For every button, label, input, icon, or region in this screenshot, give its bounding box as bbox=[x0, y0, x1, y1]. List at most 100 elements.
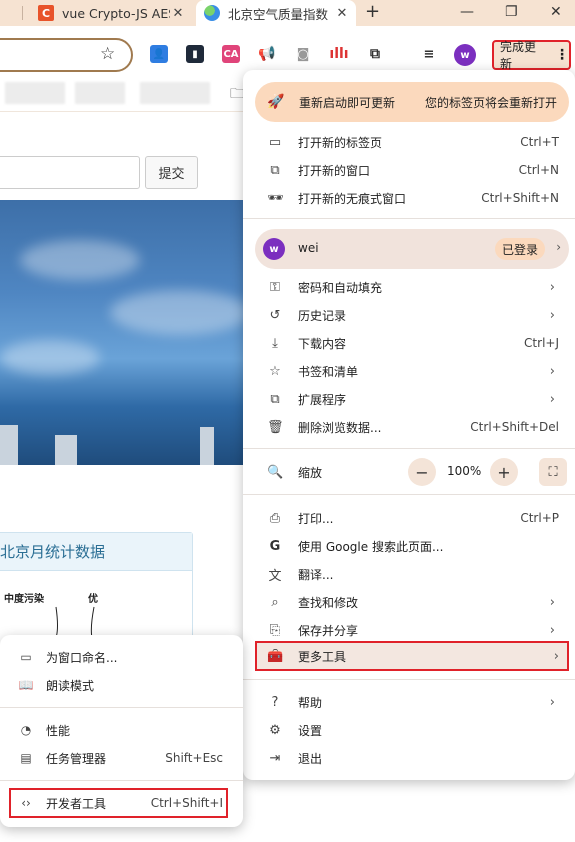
google-search-label: 使用 Google 搜索此页面... bbox=[298, 539, 444, 554]
chevron-right-icon: › bbox=[549, 694, 555, 710]
chevron-right-icon: › bbox=[549, 391, 555, 407]
tab-crypto-js[interactable]: C vue Crypto-JS AES ✕ bbox=[30, 0, 192, 26]
menu-divider bbox=[0, 780, 243, 781]
menu-divider bbox=[243, 494, 575, 495]
task-manager-item[interactable]: ▤ 任务管理器 Shift+Esc bbox=[0, 744, 243, 772]
profile-avatar[interactable]: w bbox=[454, 44, 476, 66]
extension-person-icon[interactable]: 👤 bbox=[150, 45, 168, 63]
downloads-label: 下载内容 bbox=[298, 336, 347, 351]
extensions-puzzle-icon[interactable]: ⧉ bbox=[366, 45, 384, 63]
restore-button[interactable]: ❐ bbox=[505, 4, 518, 20]
relaunch-update-item[interactable]: 🚀 重新启动即可更新 您的标签页将会重新打开 bbox=[255, 82, 569, 122]
bookmark-star-icon[interactable]: ☆ bbox=[100, 44, 115, 64]
bookmark-placeholder[interactable] bbox=[75, 82, 125, 104]
media-control-icon[interactable]: ≡ bbox=[420, 45, 438, 63]
settings-item[interactable]: ⚙ 设置 bbox=[243, 716, 575, 744]
history-item[interactable]: ↺ 历史记录 › bbox=[243, 301, 575, 329]
google-search-item[interactable]: G 使用 Google 搜索此页面... bbox=[243, 532, 575, 560]
extension-ca-icon[interactable]: CA bbox=[222, 45, 240, 63]
help-item[interactable]: ? 帮助 › bbox=[243, 688, 575, 716]
new-window-item[interactable]: ⧉ 打开新的窗口 Ctrl+N bbox=[243, 156, 575, 184]
zoom-value: 100% bbox=[447, 464, 482, 478]
puzzle-icon: ⧉ bbox=[270, 391, 280, 407]
close-window-button[interactable]: ✕ bbox=[550, 4, 562, 20]
chevron-right-icon: › bbox=[549, 307, 555, 323]
clear-data-label: 删除浏览数据... bbox=[298, 420, 382, 435]
name-window-item[interactable]: ▭ 为窗口命名... bbox=[0, 643, 243, 671]
trash-icon: 🗑 bbox=[267, 419, 284, 435]
translate-item[interactable]: 文 翻译... bbox=[243, 560, 575, 588]
update-label: 完成更新 bbox=[500, 40, 537, 71]
tab-close-icon[interactable]: ✕ bbox=[170, 6, 186, 21]
exit-item[interactable]: ⇥ 退出 bbox=[243, 744, 575, 772]
print-item[interactable]: ⎙ 打印... Ctrl+P bbox=[243, 504, 575, 532]
update-menu-button[interactable]: 完成更新 ⋮ bbox=[492, 40, 571, 71]
more-tools-item[interactable]: 🧰 更多工具 › bbox=[255, 641, 569, 671]
menu-divider bbox=[0, 707, 243, 708]
download-icon: ⤓ bbox=[272, 335, 278, 351]
performance-label: 性能 bbox=[46, 723, 71, 738]
extensions-item[interactable]: ⧉ 扩展程序 › bbox=[243, 385, 575, 413]
exit-label: 退出 bbox=[298, 751, 323, 766]
hero-image bbox=[0, 200, 250, 465]
zoom-out-button[interactable]: − bbox=[408, 458, 436, 486]
relaunch-note: 您的标签页将会重新打开 bbox=[424, 95, 557, 110]
menu-divider bbox=[243, 218, 575, 219]
bookmark-placeholder[interactable] bbox=[140, 82, 210, 104]
save-share-label: 保存并分享 bbox=[298, 623, 359, 638]
zoom-label: 缩放 bbox=[298, 465, 323, 480]
downloads-item[interactable]: ⤓ 下载内容 Ctrl+J bbox=[243, 329, 575, 357]
tab-close-icon[interactable]: ✕ bbox=[334, 6, 350, 21]
task-manager-shortcut: Shift+Esc bbox=[165, 751, 223, 765]
chevron-right-icon: › bbox=[553, 648, 559, 664]
bookmark-placeholder[interactable] bbox=[5, 82, 65, 104]
folder-icon[interactable]: 🗀 bbox=[230, 83, 244, 107]
new-tab-button[interactable]: + bbox=[365, 1, 380, 22]
chevron-right-icon: › bbox=[549, 622, 555, 638]
save-share-item[interactable]: ⎘ 保存并分享 › bbox=[243, 616, 575, 644]
tab-separator bbox=[22, 6, 23, 20]
page-submit-button[interactable]: 提交 bbox=[145, 156, 198, 189]
performance-item[interactable]: ◔ 性能 bbox=[0, 716, 243, 744]
extension-robot-icon[interactable]: ◙ bbox=[294, 45, 312, 63]
devtools-label: 开发者工具 bbox=[46, 796, 107, 811]
zoom-icon: 🔍 bbox=[267, 464, 284, 480]
save-share-icon: ⎘ bbox=[269, 622, 281, 638]
chrome-main-menu: 🚀 重新启动即可更新 您的标签页将会重新打开 ▭ 打开新的标签页 Ctrl+T … bbox=[243, 70, 575, 780]
profile-name: wei bbox=[298, 241, 319, 255]
stats-title: 北京月统计数据 bbox=[0, 533, 192, 571]
reading-mode-item[interactable]: 📖 朗读模式 bbox=[0, 671, 243, 699]
zoom-in-button[interactable]: + bbox=[490, 458, 518, 486]
fullscreen-button[interactable]: ⛶ bbox=[539, 458, 567, 486]
google-g-icon: G bbox=[269, 538, 281, 554]
chevron-right-icon: › bbox=[556, 240, 561, 254]
extensions-label: 扩展程序 bbox=[298, 392, 347, 407]
clear-data-item[interactable]: 🗑 删除浏览数据... Ctrl+Shift+Del bbox=[243, 413, 575, 441]
devtools-item[interactable]: ‹› 开发者工具 Ctrl+Shift+I bbox=[0, 789, 243, 817]
new-tab-item[interactable]: ▭ 打开新的标签页 Ctrl+T bbox=[243, 128, 575, 156]
extension-book-icon[interactable]: ▮ bbox=[186, 45, 204, 63]
menu-divider bbox=[243, 679, 575, 680]
incognito-icon: 🕶 bbox=[267, 190, 284, 206]
rename-window-icon: ▭ bbox=[20, 650, 32, 664]
incognito-window-item[interactable]: 🕶 打开新的无痕式窗口 Ctrl+Shift+N bbox=[243, 184, 575, 212]
code-brackets-icon: ‹› bbox=[21, 796, 31, 810]
minimize-button[interactable]: — bbox=[460, 4, 474, 20]
name-window-label: 为窗口命名... bbox=[46, 650, 118, 665]
help-label: 帮助 bbox=[298, 695, 323, 710]
printer-icon: ⎙ bbox=[269, 510, 281, 526]
chevron-right-icon: › bbox=[549, 279, 555, 295]
settings-label: 设置 bbox=[298, 723, 323, 738]
bookmarks-item[interactable]: ☆ 书签和清单 › bbox=[243, 357, 575, 385]
extension-audio-icon[interactable]: ıllı bbox=[329, 45, 349, 63]
extension-megaphone-icon[interactable]: 📢 bbox=[258, 45, 276, 63]
page-search-input[interactable] bbox=[0, 156, 140, 189]
globe-favicon-icon bbox=[204, 5, 220, 21]
find-edit-item[interactable]: ⌕ 查找和修改 › bbox=[243, 588, 575, 616]
star-icon: ☆ bbox=[269, 363, 281, 379]
profile-item[interactable]: w wei 已登录 › bbox=[255, 229, 569, 269]
task-manager-label: 任务管理器 bbox=[46, 751, 107, 766]
passwords-item[interactable]: ⚿ 密码和自动填充 › bbox=[243, 273, 575, 301]
new-tab-shortcut: Ctrl+T bbox=[520, 135, 559, 149]
tab-beijing-air[interactable]: 北京空气质量指数 ✕ bbox=[196, 0, 356, 26]
